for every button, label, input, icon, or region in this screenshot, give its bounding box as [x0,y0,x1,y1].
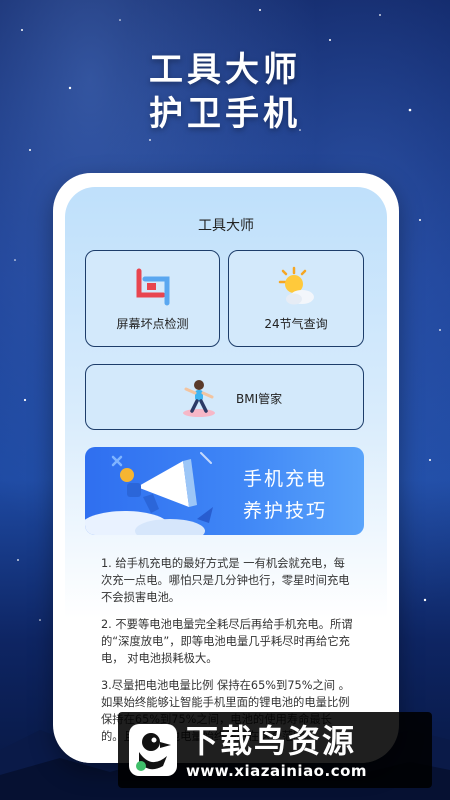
tool-label-bmi: BMI管家 [236,392,283,406]
banner-title-line-2: 养护技巧 [243,500,328,522]
site-watermark: 下载鸟资源 www.xiazainiao.com [118,712,432,788]
watermark-brand: 下载鸟资源 [186,722,357,760]
headline-line-2: 护卫手机 [149,94,301,134]
screen-frame-icon [131,265,175,313]
app-title: 工具大师 [198,218,254,234]
tool-label-screen-test: 屏幕坏点检测 [116,317,189,331]
app-screen: 工具大师 屏幕坏点检测 24节气查询 BMI管家 手机充电 养护技巧 1. 给手… [65,187,387,763]
sun-cloud-icon [274,265,318,313]
tool-card-screen-test[interactable]: 屏幕坏点检测 [85,250,220,347]
headline-line-1: 工具大师 [149,50,301,90]
article-paragraph-1: 1. 给手机充电的最好方式是 一有机会就充电，每次充一点电。哪怕只是几分钟也行，… [101,557,350,604]
charging-tips-banner[interactable]: 手机充电 养护技巧 [85,447,364,535]
megaphone-icon [127,459,197,513]
fitness-person-icon [178,377,220,423]
bird-logo-icon [127,722,179,782]
article-paragraph-2: 2. 不要等电池电量完全耗尽后再给手机充电。所谓的“深度放电”，即等电池电量几乎… [101,618,353,665]
phone-mockup: 工具大师 屏幕坏点检测 24节气查询 BMI管家 手机充电 养护技巧 1. 给手… [53,173,399,763]
tool-label-solar-terms: 24节气查询 [264,317,328,331]
tool-card-solar-terms[interactable]: 24节气查询 [228,250,364,347]
tool-card-bmi[interactable]: BMI管家 [85,364,364,430]
watermark-url: www.xiazainiao.com [186,762,368,780]
promo-headline: 工具大师 护卫手机 [0,48,450,136]
banner-title-line-1: 手机充电 [243,468,328,490]
